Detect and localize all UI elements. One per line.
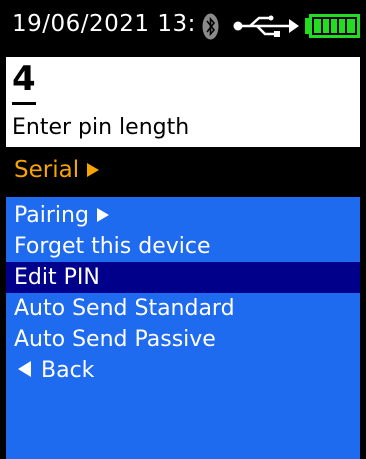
menu-item-auto-send-passive[interactable]: Auto Send Passive xyxy=(6,324,360,355)
menu-item-label: Forget this device xyxy=(14,234,211,259)
menu-item-auto-send-standard[interactable]: Auto Send Standard xyxy=(6,293,360,324)
text-cursor xyxy=(12,102,36,105)
status-bar: 19/06/2021 13: xyxy=(6,0,360,57)
menu-list: Pairing Forget this device Edit PIN Auto Se… xyxy=(6,197,360,459)
battery-icon xyxy=(305,14,360,38)
pin-length-value: 4 xyxy=(12,59,36,99)
section-header: Serial xyxy=(6,147,360,197)
triangle-right-icon xyxy=(96,208,109,222)
menu-item-forget-this-device[interactable]: Forget this device xyxy=(6,231,360,262)
menu-item-label: Auto Send Passive xyxy=(14,327,216,352)
datetime: 19/06/2021 13: xyxy=(12,11,196,37)
menu-item-back[interactable]: Back xyxy=(6,355,360,386)
input-prompt: Enter pin length xyxy=(12,115,190,140)
bluetooth-icon xyxy=(202,13,219,40)
pin-length-input[interactable]: 4 Enter pin length xyxy=(6,57,360,147)
triangle-left-icon xyxy=(18,361,31,377)
menu-item-label: Back xyxy=(41,358,95,383)
device-frame: 19/06/2021 13: 4 Enter pin length Serial… xyxy=(0,0,366,459)
screen: 19/06/2021 13: 4 Enter pin length Serial… xyxy=(6,0,360,459)
usb-icon xyxy=(233,15,299,37)
menu-item-label: Edit PIN xyxy=(14,265,100,290)
section-title: Serial xyxy=(14,157,100,183)
menu-item-edit-pin[interactable]: Edit PIN xyxy=(6,262,360,293)
menu-item-pairing[interactable]: Pairing xyxy=(6,200,360,231)
menu-item-label: Pairing xyxy=(14,203,89,228)
triangle-right-icon xyxy=(87,163,100,177)
menu-item-label: Auto Send Standard xyxy=(14,296,235,321)
